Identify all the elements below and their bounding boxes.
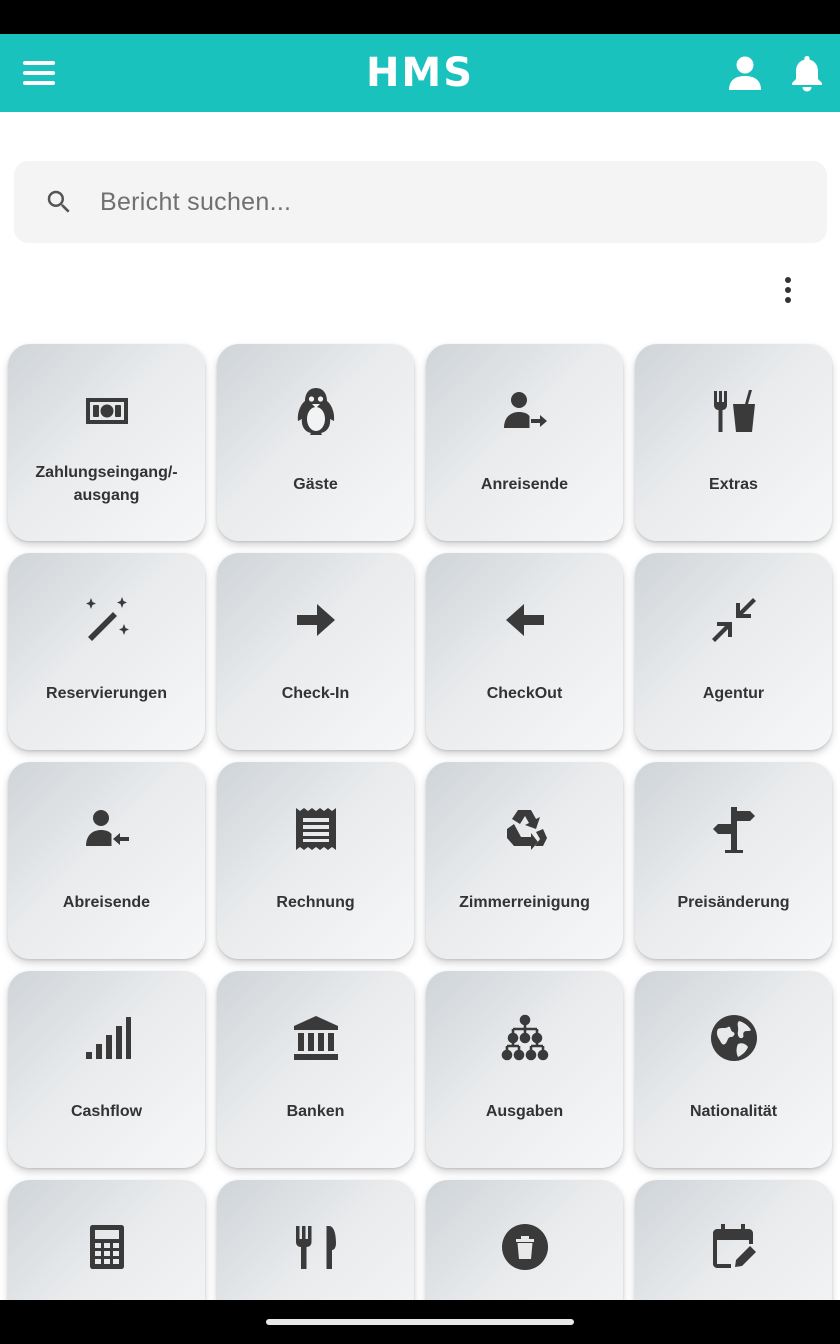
tile-check-in[interactable]: Check-In — [217, 553, 414, 750]
tile-label: Ausgaben — [485, 1102, 564, 1120]
penguin-icon — [217, 384, 414, 438]
arrow-right-icon — [217, 593, 414, 647]
tile-abreisende[interactable]: Abreisende — [8, 762, 205, 959]
hierarchy-icon — [426, 1011, 623, 1065]
cutlery-icon — [217, 1220, 414, 1274]
tile-label — [643, 1290, 824, 1300]
tile-cutlery[interactable] — [217, 1180, 414, 1300]
tile-label: Rechnung — [276, 893, 355, 911]
tile-calendar-edit[interactable] — [635, 1180, 832, 1300]
signpost-icon — [635, 802, 832, 856]
bank-icon — [217, 1011, 414, 1065]
food-drink-icon — [635, 384, 832, 438]
person-arrow-left-icon — [8, 802, 205, 856]
tile-label — [16, 1290, 197, 1300]
magic-wand-icon — [8, 593, 205, 647]
report-grid: Zahlungseingang/-ausgang Gäste Anreisend… — [0, 0, 840, 1300]
tile-label: Reservierungen — [46, 684, 167, 702]
tile-gaeste[interactable]: Gäste — [217, 344, 414, 541]
tile-calculator[interactable] — [8, 1180, 205, 1300]
tile-label: Zimmerreinigung — [459, 893, 590, 911]
arrow-left-icon — [426, 593, 623, 647]
tile-label: Agentur — [702, 684, 765, 702]
signal-bars-icon — [8, 1011, 205, 1065]
tile-label: Extras — [709, 475, 758, 493]
tile-reservierungen[interactable]: Reservierungen — [8, 553, 205, 750]
tile-banken[interactable]: Banken — [217, 971, 414, 1168]
calendar-edit-icon — [635, 1220, 832, 1274]
tile-label — [434, 1290, 615, 1300]
tile-label — [225, 1290, 406, 1300]
person-arrow-right-icon — [426, 384, 623, 438]
tile-ausgaben[interactable]: Ausgaben — [426, 971, 623, 1168]
trash-icon — [426, 1220, 623, 1274]
globe-icon — [635, 1011, 832, 1065]
tile-cashflow[interactable]: Cashflow — [8, 971, 205, 1168]
recycle-icon — [426, 802, 623, 856]
tile-label: Nationalität — [689, 1102, 778, 1120]
tile-zahlungseingang[interactable]: Zahlungseingang/-ausgang — [8, 344, 205, 541]
tile-nationalitaet[interactable]: Nationalität — [635, 971, 832, 1168]
tile-label: Check-In — [281, 684, 350, 702]
tile-label: Zahlungseingang/-ausgang — [35, 464, 178, 504]
tile-label: Gäste — [293, 475, 338, 493]
tile-label: Preisänderung — [677, 893, 790, 911]
tile-checkout[interactable]: CheckOut — [426, 553, 623, 750]
tile-label: Cashflow — [70, 1102, 143, 1120]
home-gesture-handle[interactable] — [266, 1319, 574, 1325]
system-navigation-bar — [0, 1300, 840, 1344]
tile-label: CheckOut — [486, 684, 563, 702]
tile-trash[interactable] — [426, 1180, 623, 1300]
calculator-icon — [8, 1220, 205, 1274]
receipt-icon — [217, 802, 414, 856]
tile-zimmerreinigung[interactable]: Zimmerreinigung — [426, 762, 623, 959]
tile-label: Banken — [286, 1102, 345, 1120]
tile-anreisende[interactable]: Anreisende — [426, 344, 623, 541]
tile-label: Anreisende — [480, 475, 569, 493]
tile-preisaenderung[interactable]: Preisänderung — [635, 762, 832, 959]
tile-agentur[interactable]: Agentur — [635, 553, 832, 750]
money-icon — [8, 384, 205, 438]
tile-rechnung[interactable]: Rechnung — [217, 762, 414, 959]
tile-extras[interactable]: Extras — [635, 344, 832, 541]
tile-label: Abreisende — [62, 893, 151, 911]
collapse-arrows-icon — [635, 593, 832, 647]
